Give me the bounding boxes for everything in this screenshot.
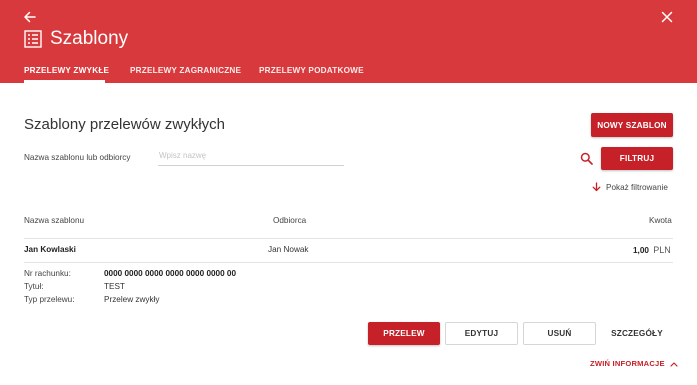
template-search-input[interactable] bbox=[158, 148, 344, 166]
tab-foreign-transfers[interactable]: PRZELEWY ZAGRANICZNE bbox=[130, 66, 241, 75]
page-header: Szablony PRZELEWY ZWYKŁE PRZELEWY ZAGRAN… bbox=[0, 0, 697, 83]
transfer-title-value: TEST bbox=[104, 282, 125, 291]
search-icon[interactable] bbox=[580, 152, 593, 165]
arrow-left-icon[interactable] bbox=[22, 9, 38, 25]
page-title: Szablony bbox=[50, 28, 129, 49]
section-title: Szablony przelewów zwykłych bbox=[24, 116, 225, 133]
collapse-info-toggle[interactable]: ZWIŃ INFORMACJE bbox=[590, 359, 678, 368]
filter-label: Nazwa szablonu lub odbiorcy bbox=[24, 153, 131, 162]
account-number-label: Nr rachunku: bbox=[24, 269, 71, 278]
show-filter-label: Pokaż filtrowanie bbox=[606, 182, 668, 192]
collapse-info-label: ZWIŃ INFORMACJE bbox=[590, 359, 665, 368]
close-icon[interactable] bbox=[659, 9, 675, 25]
filter-button[interactable]: FILTRUJ bbox=[601, 147, 673, 170]
edit-button[interactable]: EDYTUJ bbox=[445, 322, 518, 345]
transfer-button[interactable]: PRZELEW bbox=[368, 322, 440, 345]
table-header-divider bbox=[24, 238, 673, 239]
column-header-recipient: Odbiorca bbox=[273, 216, 307, 225]
row-divider bbox=[24, 262, 673, 263]
row-template-name: Jan Kowlaski bbox=[24, 245, 76, 254]
new-template-button[interactable]: NOWY SZABLON bbox=[591, 113, 673, 137]
details-button[interactable]: SZCZEGÓŁY bbox=[601, 322, 673, 345]
show-filter-toggle[interactable]: Pokaż filtrowanie bbox=[592, 182, 668, 192]
row-recipient: Jan Nowak bbox=[268, 245, 309, 254]
transfer-type-value: Przelew zwykły bbox=[104, 295, 160, 304]
active-tab-indicator bbox=[24, 80, 105, 83]
chevron-up-icon bbox=[670, 361, 678, 367]
tab-regular-transfers[interactable]: PRZELEWY ZWYKŁE bbox=[24, 66, 109, 75]
arrow-down-icon bbox=[592, 182, 601, 192]
column-header-amount: Kwota bbox=[649, 216, 672, 225]
column-header-template-name: Nazwa szablonu bbox=[24, 216, 85, 225]
list-document-icon bbox=[24, 30, 42, 48]
row-currency: PLN bbox=[653, 245, 671, 255]
row-amount-wrapper: 1,00 PLN bbox=[633, 245, 671, 255]
transfer-title-label: Tytuł: bbox=[24, 282, 44, 291]
account-number-value: 0000 0000 0000 0000 0000 0000 00 bbox=[104, 269, 237, 278]
delete-button[interactable]: USUŃ bbox=[523, 322, 596, 345]
row-amount: 1,00 bbox=[633, 246, 649, 255]
tab-tax-transfers[interactable]: PRZELEWY PODATKOWE bbox=[259, 66, 364, 75]
transfer-type-label: Typ przelewu: bbox=[24, 295, 75, 304]
